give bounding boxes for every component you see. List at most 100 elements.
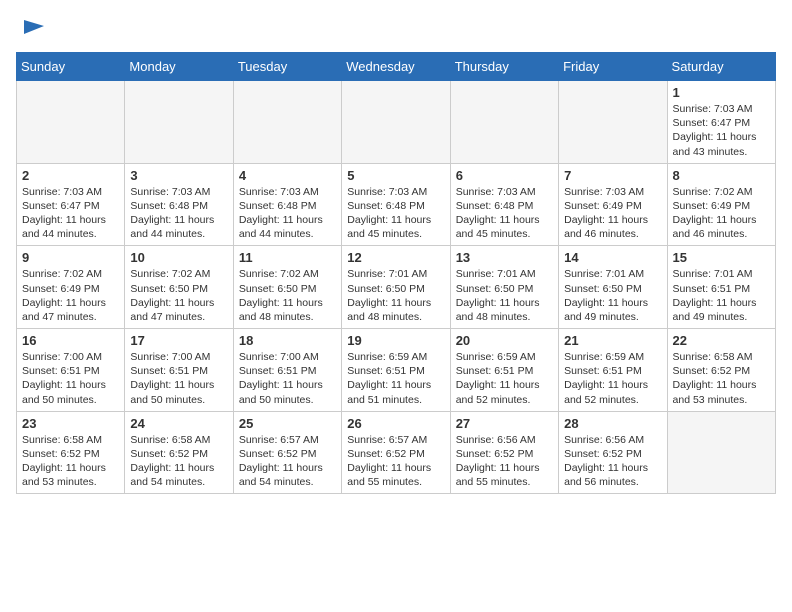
calendar-cell: 20 Sunrise: 6:59 AM Sunset: 6:51 PM Dayli… [450,329,558,412]
day-number: 24 [130,416,227,431]
calendar-cell: 24 Sunrise: 6:58 AM Sunset: 6:52 PM Dayli… [125,411,233,494]
calendar-cell: 5 Sunrise: 7:03 AM Sunset: 6:48 PM Daylig… [342,163,450,246]
day-info: Sunrise: 7:01 AM Sunset: 6:50 PM Dayligh… [564,267,661,324]
calendar-cell: 6 Sunrise: 7:03 AM Sunset: 6:48 PM Daylig… [450,163,558,246]
calendar-cell: 3Sunrise: 7:03 AM Sunset: 6:48 PM Daylig… [125,163,233,246]
day-number: 27 [456,416,553,431]
calendar-cell: 25 Sunrise: 6:57 AM Sunset: 6:52 PM Dayli… [233,411,341,494]
day-info: Sunrise: 7:03 AM Sunset: 6:49 PM Dayligh… [564,185,661,242]
day-info: Sunrise: 7:02 AM Sunset: 6:50 PM Dayligh… [130,267,227,324]
day-number: 4 [239,168,336,183]
day-number: 18 [239,333,336,348]
day-info: Sunrise: 7:01 AM Sunset: 6:50 PM Dayligh… [347,267,444,324]
weekday-header-thursday: Thursday [450,53,558,81]
weekday-header-saturday: Saturday [667,53,775,81]
day-info: Sunrise: 6:59 AM Sunset: 6:51 PM Dayligh… [564,350,661,407]
day-info: Sunrise: 6:56 AM Sunset: 6:52 PM Dayligh… [456,433,553,490]
calendar-cell: 4Sunrise: 7:03 AM Sunset: 6:48 PM Daylig… [233,163,341,246]
weekday-header-wednesday: Wednesday [342,53,450,81]
week-row-5: 23 Sunrise: 6:58 AM Sunset: 6:52 PM Dayli… [17,411,776,494]
day-info: Sunrise: 6:57 AM Sunset: 6:52 PM Dayligh… [239,433,336,490]
calendar-cell [125,81,233,164]
calendar-cell: 13 Sunrise: 7:01 AM Sunset: 6:50 PM Dayli… [450,246,558,329]
day-number: 10 [130,250,227,265]
day-info: Sunrise: 7:03 AM Sunset: 6:47 PM Dayligh… [673,102,770,159]
day-info: Sunrise: 7:03 AM Sunset: 6:48 PM Dayligh… [347,185,444,242]
day-info: Sunrise: 6:58 AM Sunset: 6:52 PM Dayligh… [130,433,227,490]
day-number: 13 [456,250,553,265]
calendar-cell [667,411,775,494]
calendar-cell: 23 Sunrise: 6:58 AM Sunset: 6:52 PM Dayli… [17,411,125,494]
calendar-cell [559,81,667,164]
calendar-cell: 26 Sunrise: 6:57 AM Sunset: 6:52 PM Dayli… [342,411,450,494]
calendar-cell: 9 Sunrise: 7:02 AM Sunset: 6:49 PM Daylig… [17,246,125,329]
day-info: Sunrise: 7:01 AM Sunset: 6:50 PM Dayligh… [456,267,553,324]
day-number: 2 [22,168,119,183]
week-row-1: 1 Sunrise: 7:03 AM Sunset: 6:47 PM Daylig… [17,81,776,164]
weekday-header-friday: Friday [559,53,667,81]
day-number: 15 [673,250,770,265]
day-info: Sunrise: 7:01 AM Sunset: 6:51 PM Dayligh… [673,267,770,324]
weekday-header-row: SundayMondayTuesdayWednesdayThursdayFrid… [17,53,776,81]
day-info: Sunrise: 7:00 AM Sunset: 6:51 PM Dayligh… [239,350,336,407]
week-row-2: 2Sunrise: 7:03 AM Sunset: 6:47 PM Daylig… [17,163,776,246]
day-info: Sunrise: 7:03 AM Sunset: 6:48 PM Dayligh… [456,185,553,242]
calendar-cell: 15 Sunrise: 7:01 AM Sunset: 6:51 PM Dayli… [667,246,775,329]
day-info: Sunrise: 7:00 AM Sunset: 6:51 PM Dayligh… [22,350,119,407]
calendar-cell: 16 Sunrise: 7:00 AM Sunset: 6:51 PM Dayli… [17,329,125,412]
day-number: 12 [347,250,444,265]
day-info: Sunrise: 6:57 AM Sunset: 6:52 PM Dayligh… [347,433,444,490]
weekday-header-sunday: Sunday [17,53,125,81]
page-header [16,16,776,44]
calendar-cell: 8Sunrise: 7:02 AM Sunset: 6:49 PM Daylig… [667,163,775,246]
logo-flag-icon [20,16,48,44]
calendar-cell: 28 Sunrise: 6:56 AM Sunset: 6:52 PM Dayli… [559,411,667,494]
calendar-cell: 10 Sunrise: 7:02 AM Sunset: 6:50 PM Dayli… [125,246,233,329]
day-number: 16 [22,333,119,348]
calendar-cell: 22 Sunrise: 6:58 AM Sunset: 6:52 PM Dayli… [667,329,775,412]
day-number: 17 [130,333,227,348]
day-number: 14 [564,250,661,265]
day-number: 7 [564,168,661,183]
calendar-cell: 17 Sunrise: 7:00 AM Sunset: 6:51 PM Dayli… [125,329,233,412]
day-number: 6 [456,168,553,183]
logo [16,16,48,44]
calendar-cell: 19 Sunrise: 6:59 AM Sunset: 6:51 PM Dayli… [342,329,450,412]
day-info: Sunrise: 6:59 AM Sunset: 6:51 PM Dayligh… [347,350,444,407]
day-info: Sunrise: 6:58 AM Sunset: 6:52 PM Dayligh… [673,350,770,407]
day-number: 11 [239,250,336,265]
day-number: 22 [673,333,770,348]
calendar-cell: 14 Sunrise: 7:01 AM Sunset: 6:50 PM Dayli… [559,246,667,329]
day-number: 25 [239,416,336,431]
day-info: Sunrise: 7:02 AM Sunset: 6:49 PM Dayligh… [22,267,119,324]
day-number: 20 [456,333,553,348]
week-row-4: 16 Sunrise: 7:00 AM Sunset: 6:51 PM Dayli… [17,329,776,412]
day-number: 21 [564,333,661,348]
calendar-cell [233,81,341,164]
calendar-cell [17,81,125,164]
day-info: Sunrise: 6:56 AM Sunset: 6:52 PM Dayligh… [564,433,661,490]
day-info: Sunrise: 7:02 AM Sunset: 6:49 PM Dayligh… [673,185,770,242]
day-number: 19 [347,333,444,348]
calendar-cell: 21 Sunrise: 6:59 AM Sunset: 6:51 PM Dayli… [559,329,667,412]
day-info: Sunrise: 6:59 AM Sunset: 6:51 PM Dayligh… [456,350,553,407]
day-number: 9 [22,250,119,265]
day-number: 26 [347,416,444,431]
day-info: Sunrise: 7:00 AM Sunset: 6:51 PM Dayligh… [130,350,227,407]
calendar-table: SundayMondayTuesdayWednesdayThursdayFrid… [16,52,776,494]
day-info: Sunrise: 6:58 AM Sunset: 6:52 PM Dayligh… [22,433,119,490]
calendar-cell: 1 Sunrise: 7:03 AM Sunset: 6:47 PM Daylig… [667,81,775,164]
day-number: 3 [130,168,227,183]
day-info: Sunrise: 7:02 AM Sunset: 6:50 PM Dayligh… [239,267,336,324]
calendar-cell: 18 Sunrise: 7:00 AM Sunset: 6:51 PM Dayli… [233,329,341,412]
day-number: 5 [347,168,444,183]
calendar-cell: 27 Sunrise: 6:56 AM Sunset: 6:52 PM Dayli… [450,411,558,494]
day-number: 23 [22,416,119,431]
day-number: 1 [673,85,770,100]
weekday-header-tuesday: Tuesday [233,53,341,81]
calendar-cell [342,81,450,164]
week-row-3: 9 Sunrise: 7:02 AM Sunset: 6:49 PM Daylig… [17,246,776,329]
weekday-header-monday: Monday [125,53,233,81]
day-number: 28 [564,416,661,431]
calendar-cell [450,81,558,164]
